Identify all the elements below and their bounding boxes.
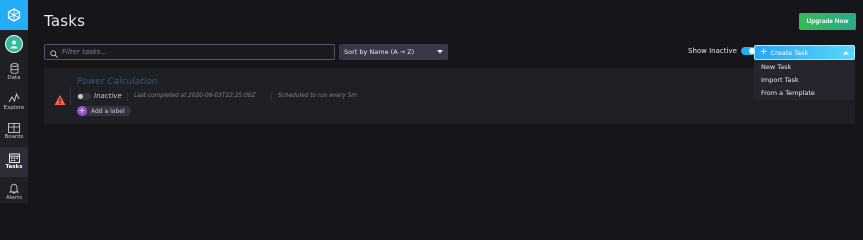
user-avatar[interactable] bbox=[5, 35, 23, 53]
sidebar-item-label: Alerts bbox=[6, 194, 22, 201]
dashboard-grid-icon bbox=[8, 123, 20, 134]
graph-line-icon bbox=[8, 92, 20, 104]
sort-dropdown-value: Sort by Name (A → Z) bbox=[344, 48, 415, 56]
upgrade-now-button[interactable]: Upgrade Now bbox=[799, 13, 856, 30]
task-name-link[interactable]: Power Calculation bbox=[77, 77, 158, 87]
schedule-text: Scheduled to run every 5m bbox=[278, 93, 357, 99]
show-inactive-label: Show Inactive bbox=[688, 47, 737, 55]
add-label-text: Add a label bbox=[91, 107, 125, 115]
influx-logo-icon[interactable] bbox=[0, 0, 28, 30]
sidebar-item-label: Data bbox=[7, 74, 21, 81]
sidebar-item-explore[interactable]: Explore bbox=[0, 87, 28, 117]
caret-up-icon bbox=[843, 49, 849, 57]
search-input[interactable] bbox=[62, 48, 322, 56]
show-inactive-control: Show Inactive bbox=[688, 47, 756, 55]
task-status: Inactive bbox=[94, 92, 122, 100]
card-divider bbox=[70, 87, 71, 105]
create-task-button[interactable]: + Create Task bbox=[754, 45, 855, 60]
meta-divider bbox=[127, 92, 128, 101]
plus-icon: + bbox=[760, 47, 768, 57]
calendar-icon bbox=[8, 153, 20, 164]
caret-down-icon bbox=[437, 48, 443, 56]
sidebar-item-label: Explore bbox=[3, 104, 25, 111]
add-label-button[interactable]: + Add a label bbox=[77, 106, 131, 116]
task-status-toggle[interactable] bbox=[77, 93, 91, 100]
bell-icon bbox=[9, 183, 19, 194]
plus-icon: + bbox=[77, 106, 87, 116]
create-task-menu: New Task Import Task From a Template bbox=[754, 60, 855, 100]
menu-item-import-task[interactable]: Import Task bbox=[754, 73, 855, 86]
meta-divider bbox=[271, 92, 272, 101]
menu-item-new-task[interactable]: New Task bbox=[754, 60, 855, 73]
create-task-label: Create Task bbox=[770, 48, 809, 57]
sidebar: Data Explore Boards Tasks Alerts bbox=[0, 0, 28, 203]
sidebar-item-label: Tasks bbox=[5, 164, 23, 171]
database-icon bbox=[10, 62, 19, 74]
sidebar-item-boards[interactable]: Boards bbox=[0, 117, 28, 147]
page-title: Tasks bbox=[44, 12, 86, 30]
search-field[interactable] bbox=[44, 44, 335, 60]
task-card-extension bbox=[755, 100, 855, 124]
last-completed-text: Last completed at 2020-08-03T22:25:00Z bbox=[134, 93, 256, 99]
menu-item-from-template[interactable]: From a Template bbox=[754, 86, 855, 99]
warning-icon[interactable] bbox=[54, 91, 66, 105]
sidebar-item-data[interactable]: Data bbox=[0, 57, 28, 87]
sidebar-item-tasks[interactable]: Tasks bbox=[0, 147, 28, 177]
sidebar-item-alerts[interactable]: Alerts bbox=[0, 177, 28, 207]
sidebar-item-label: Boards bbox=[4, 134, 24, 141]
search-icon bbox=[50, 43, 58, 62]
sort-dropdown[interactable]: Sort by Name (A → Z) bbox=[339, 44, 448, 60]
